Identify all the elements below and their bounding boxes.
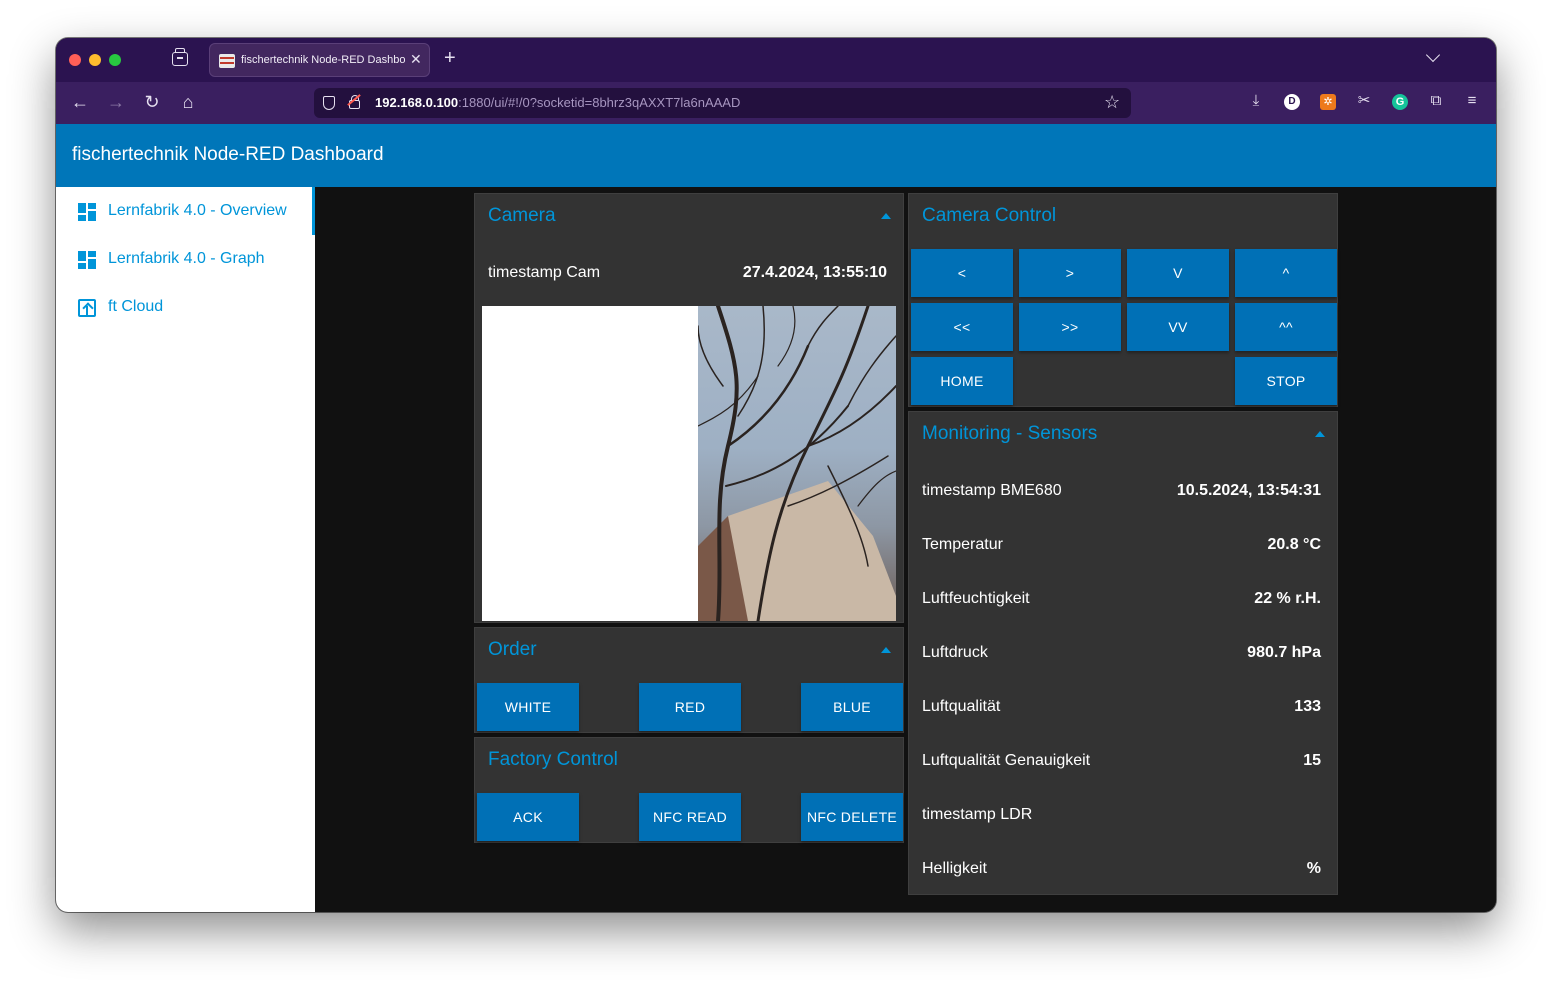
sidebar-item-label: ft Cloud	[108, 298, 164, 315]
extension-orange-icon[interactable]: ✲	[1320, 94, 1336, 110]
sensor-row-label: Luftfeuchtigkeit	[922, 590, 1030, 607]
tab-title: fischertechnik Node-RED Dashboard	[241, 54, 406, 66]
camera-card: Camera timestamp Cam 27.4.2024, 13:55:10	[474, 193, 904, 623]
sensor-row-value: 980.7 hPa	[1247, 644, 1321, 661]
minimize-window-button[interactable]	[89, 54, 101, 66]
sensor-row-value: 10.5.2024, 13:54:31	[1176, 482, 1321, 499]
extension-d-icon[interactable]: D	[1284, 94, 1300, 110]
tab-overview-icon[interactable]	[172, 48, 188, 66]
factory-control-card-title: Factory Control	[488, 749, 618, 770]
pan-right-fast-button[interactable]: >>	[1019, 303, 1121, 351]
close-tab-icon[interactable]: ✕	[410, 51, 422, 68]
pan-right-button[interactable]: >	[1019, 249, 1121, 297]
collapse-icon[interactable]	[881, 213, 891, 219]
collapse-icon[interactable]	[1315, 431, 1325, 437]
camera-photo	[698, 306, 896, 621]
sensor-row-label: Helligkeit	[922, 860, 987, 877]
tilt-down-button[interactable]: V	[1127, 249, 1229, 297]
dashboard-header: fischertechnik Node-RED Dashboard	[56, 124, 1496, 187]
sensor-row-value: %	[1306, 860, 1321, 877]
browser-window: fischertechnik Node-RED Dashboard ✕ + ← …	[56, 38, 1496, 912]
tilt-up-button[interactable]: ^	[1235, 249, 1337, 297]
sidebar-item-label: Lernfabrik 4.0 - Graph	[108, 250, 265, 267]
sensor-row-label: timestamp LDR	[922, 806, 1033, 823]
stop-button[interactable]: STOP	[1235, 357, 1337, 405]
bookmark-star-icon[interactable]: ☆	[1104, 92, 1120, 113]
chevron-down-icon[interactable]	[1425, 47, 1441, 63]
extension-scissors-icon[interactable]: ✂	[1354, 91, 1374, 111]
tilt-down-fast-button[interactable]: VV	[1127, 303, 1229, 351]
camera-control-card: Camera Control < > V ^ << >> VV ^^ HOME …	[908, 193, 1338, 407]
collapse-icon[interactable]	[881, 647, 891, 653]
url-host: 192.168.0.100	[375, 95, 459, 110]
camera-control-card-title: Camera Control	[922, 205, 1057, 226]
camera-card-title: Camera	[488, 205, 556, 226]
dashboard-icon	[78, 251, 96, 269]
navigation-bar: ← → ↻ ⌂ 192.168.0.100:1880/ui/#!/0?socke…	[56, 82, 1496, 124]
dashboard-content: Camera timestamp Cam 27.4.2024, 13:55:10	[315, 187, 1496, 912]
sidebar-item-overview[interactable]: Lernfabrik 4.0 - Overview	[56, 187, 315, 235]
tab-bar: fischertechnik Node-RED Dashboard ✕ +	[56, 38, 1496, 82]
sensors-card: Monitoring - Sensors timestamp BME680 10…	[908, 411, 1338, 895]
factory-control-card: Factory Control ACK NFC READ NFC DELETE	[474, 737, 904, 843]
sidebar-item-ft-cloud[interactable]: ft Cloud	[56, 283, 315, 331]
nfc-delete-button[interactable]: NFC DELETE	[801, 793, 903, 841]
order-white-button[interactable]: WHITE	[477, 683, 579, 731]
zoom-window-button[interactable]	[109, 54, 121, 66]
tracking-shield-icon[interactable]	[323, 96, 335, 110]
order-card-title: Order	[488, 639, 537, 660]
pan-left-fast-button[interactable]: <<	[911, 303, 1013, 351]
sensor-row-value: 15	[1303, 752, 1321, 769]
open-in-browser-icon	[78, 299, 96, 317]
sensor-row-value: 22 % r.H.	[1254, 590, 1321, 607]
new-tab-icon[interactable]: +	[444, 47, 456, 69]
dashboard-title: fischertechnik Node-RED Dashboard	[72, 144, 384, 165]
sensor-row-label: Luftqualität	[922, 698, 1001, 715]
sensors-card-title: Monitoring - Sensors	[922, 423, 1098, 444]
pan-left-button[interactable]: <	[911, 249, 1013, 297]
reload-icon[interactable]: ↻	[141, 92, 163, 112]
close-window-button[interactable]	[69, 54, 81, 66]
order-red-button[interactable]: RED	[639, 683, 741, 731]
url-text[interactable]: 192.168.0.100:1880/ui/#!/0?socketid=8bhr…	[375, 95, 740, 110]
sensor-row-label: Luftqualität Genauigkeit	[922, 752, 1091, 769]
camera-timestamp-label: timestamp Cam	[488, 264, 601, 281]
sensor-row-label: Luftdruck	[922, 644, 988, 661]
extensions-puzzle-icon[interactable]: ⧉	[1426, 91, 1446, 111]
order-card: Order WHITE RED BLUE	[474, 627, 904, 733]
home-button[interactable]: HOME	[911, 357, 1013, 405]
nfc-read-button[interactable]: NFC READ	[639, 793, 741, 841]
dashboard-icon	[78, 203, 96, 221]
sidebar: Lernfabrik 4.0 - Overview Lernfabrik 4.0…	[56, 187, 315, 912]
sensor-row-value: 133	[1294, 698, 1321, 715]
camera-timestamp-value: 27.4.2024, 13:55:10	[742, 264, 887, 281]
grammarly-icon[interactable]: G	[1392, 94, 1408, 110]
ack-button[interactable]: ACK	[477, 793, 579, 841]
menu-hamburger-icon[interactable]: ≡	[1462, 91, 1482, 111]
browser-tab[interactable]: fischertechnik Node-RED Dashboard ✕	[209, 43, 430, 77]
back-arrow-icon[interactable]: ←	[69, 92, 91, 112]
sensor-row-label: Temperatur	[922, 536, 1003, 553]
sensor-row-label: timestamp BME680	[922, 482, 1062, 499]
tilt-up-fast-button[interactable]: ^^	[1235, 303, 1337, 351]
home-icon[interactable]: ⌂	[177, 92, 199, 112]
forward-arrow-icon[interactable]: →	[105, 92, 127, 112]
order-blue-button[interactable]: BLUE	[801, 683, 903, 731]
camera-image	[482, 306, 896, 621]
url-bar[interactable]: 192.168.0.100:1880/ui/#!/0?socketid=8bhr…	[314, 88, 1131, 118]
sensor-row-value: 20.8 °C	[1267, 536, 1321, 553]
download-icon[interactable]: ⤓	[1246, 91, 1266, 111]
sidebar-item-label: Lernfabrik 4.0 - Overview	[108, 202, 287, 219]
url-path: :1880/ui/#!/0?socketid=8bhrz3qAXXT7la6nA…	[458, 95, 741, 110]
insecure-lock-icon[interactable]	[349, 95, 360, 109]
sidebar-item-graph[interactable]: Lernfabrik 4.0 - Graph	[56, 235, 315, 283]
node-red-favicon-icon	[219, 54, 235, 68]
